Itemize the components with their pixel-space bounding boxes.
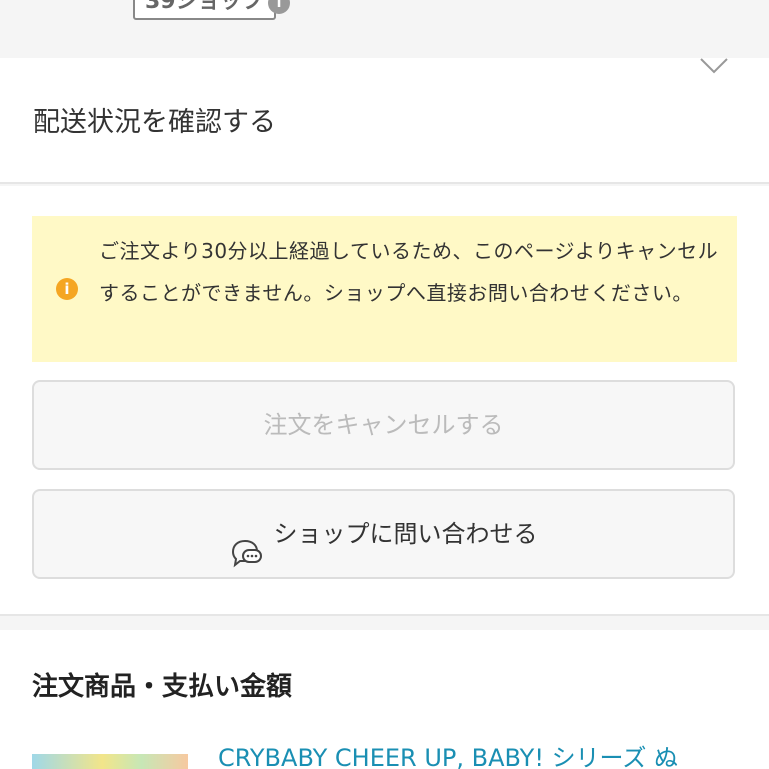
order-products-section: 注文商品・支払い金額 CRYBABY CHEER UP, BABY! シリーズ … [0,630,769,769]
order-detail-page: 39ショップ i 配送状況を確認する i ご注文より30分以上経過しているため、… [0,0,769,769]
cancel-order-label: 注文をキャンセルする [263,411,504,439]
cancel-notice: i ご注文より30分以上経過しているため、このページよりキャンセルすることができ… [32,216,737,362]
cancel-order-button[interactable]: 注文をキャンセルする [32,380,735,470]
chat-icon [230,517,264,568]
shop-badge: 39ショップ [133,0,276,20]
shipping-status-label: 配送状況を確認する [33,107,276,138]
notice-text: ご注文より30分以上経過しているため、このページよりキャンセルすることができませ… [99,239,719,305]
shipping-status-row[interactable]: 配送状況を確認する [0,58,769,184]
contact-shop-button[interactable]: ショップに問い合わせる [32,489,735,579]
product-thumbnail[interactable] [32,754,188,769]
info-icon: i [56,278,78,300]
order-actions-card: i ご注文より30分以上経過しているため、このページよりキャンセルすることができ… [0,186,769,616]
contact-shop-label: ショップに問い合わせる [273,520,538,548]
shop-info-strip: 39ショップ i [0,0,769,56]
product-name-link[interactable]: CRYBABY CHEER UP, BABY! シリーズ ぬ [218,738,678,769]
section-title: 注文商品・支払い金額 [32,672,293,702]
